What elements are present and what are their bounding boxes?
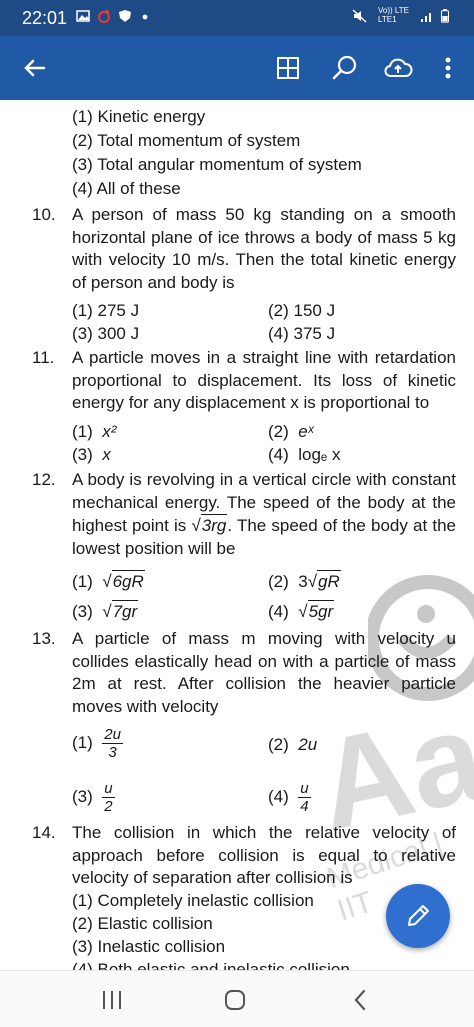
app-notification-icon	[98, 9, 110, 23]
q11-option-3-value: x	[102, 445, 111, 464]
q12-option-2-label: (2)	[268, 572, 289, 591]
q11-number: 11.	[32, 348, 55, 367]
q13-option-3-numerator: u	[102, 780, 115, 798]
q13-option-1-label: (1)	[72, 732, 93, 752]
status-bar: 22:01 Vo)) LTE LTE1	[0, 0, 474, 36]
q11-option-1-value: x²	[102, 422, 117, 441]
q12-option-4-label: (4)	[268, 602, 289, 621]
home-icon[interactable]	[222, 987, 248, 1013]
q10-option-1: (1) 275 J	[72, 301, 140, 320]
grid-icon[interactable]	[272, 52, 304, 84]
network-label: Vo)) LTE LTE1	[378, 6, 409, 24]
q11-text: A particle moves in a straight line with…	[72, 348, 456, 412]
edit-fab-button[interactable]	[386, 884, 450, 948]
q13-option-4-numerator: u	[298, 780, 311, 798]
q13-option-2-label: (2)	[268, 735, 289, 754]
q13-option-1-denominator: 3	[108, 744, 117, 761]
q11-option-1: (1) x²	[72, 421, 116, 443]
q10-text: A person of mass 50 kg standing on a smo…	[72, 205, 456, 292]
q13-text: A particle of mass m moving with velocit…	[72, 629, 456, 716]
battery-icon	[440, 9, 450, 23]
signal-icon	[421, 13, 431, 22]
gallery-icon	[76, 10, 90, 22]
q14-option-3: (3) Inelastic collision	[72, 937, 226, 956]
q12-option-3: (3) √7gr	[72, 600, 139, 621]
q11-option-1-label: (1)	[72, 422, 93, 441]
q12-option-3-label: (3)	[72, 602, 93, 621]
q13-option-4-denominator: 4	[300, 798, 309, 815]
q9-option-3: (3) Total angular momentum of system	[72, 155, 362, 174]
q13-option-3: (3) u 2	[72, 780, 115, 815]
back-nav-icon[interactable]	[350, 987, 370, 1013]
more-vert-icon[interactable]	[432, 52, 464, 84]
q12-option-1-value: 6gR	[111, 570, 145, 591]
pencil-icon	[408, 905, 429, 926]
q11-option-2-value: eˣ	[298, 422, 314, 441]
q12-option-2-value: gR	[317, 570, 341, 591]
q13-option-4-label: (4)	[268, 786, 289, 806]
q11-option-3-label: (3)	[72, 445, 93, 464]
q12-option-2: (2) 3√gR	[268, 570, 341, 591]
q11-option-4-label: (4)	[268, 445, 289, 464]
q9-option-4: (4) All of these	[72, 179, 181, 198]
q10-option-2: (2) 150 J	[268, 301, 336, 320]
q12-option-1-label: (1)	[72, 572, 93, 591]
q10-number: 10.	[32, 205, 56, 224]
mute-icon	[352, 9, 367, 23]
q13-option-2: (2) 2u	[268, 734, 317, 756]
q11-option-2: (2) eˣ	[268, 421, 313, 443]
search-icon[interactable]	[328, 52, 360, 84]
q11-option-4-value: logₑ x	[298, 445, 341, 464]
document-view[interactable]: Aak Medical | IIT (1) Kinetic energy (2)…	[0, 100, 474, 970]
q12-option-4: (4) √5gr	[268, 600, 335, 621]
q13-option-2-value: 2u	[298, 735, 318, 754]
q10-option-4: (4) 375 J	[268, 324, 336, 343]
status-time: 22:01	[22, 8, 68, 28]
q13-option-3-denominator: 2	[104, 798, 113, 815]
q14-text: The collision in which the relative velo…	[72, 823, 456, 887]
q11-option-2-label: (2)	[268, 422, 289, 441]
q13-option-1-fraction: 2u 3	[102, 726, 123, 761]
q13-option-4: (4) u 4	[268, 780, 311, 815]
app-bar	[0, 36, 474, 100]
q14-number: 14.	[32, 823, 56, 842]
back-arrow-icon[interactable]	[18, 52, 50, 84]
recent-apps-icon[interactable]	[100, 989, 124, 1011]
q14-option-4: (4) Both elastic and inelastic collision	[72, 960, 350, 970]
q13-option-3-fraction: u 2	[102, 780, 115, 815]
q12-option-3-value: 7gr	[111, 600, 139, 621]
q13-option-1: (1) 2u 3	[72, 726, 123, 761]
q14-option-2: (2) Elastic collision	[72, 914, 213, 933]
q13-option-3-label: (3)	[72, 786, 93, 806]
system-nav-bar	[0, 970, 474, 1027]
shield-icon	[119, 10, 131, 22]
q12-text: A body is revolving in a vertical circle…	[72, 470, 457, 558]
q12-option-4-value: 5gr	[307, 600, 335, 621]
q11-option-4: (4) logₑ x	[268, 444, 340, 466]
q13-option-4-fraction: u 4	[298, 780, 311, 815]
q12-option-2-coef: 3	[298, 572, 308, 591]
q12-text-radical: 3rg	[200, 514, 228, 538]
q13-option-1-numerator: 2u	[102, 726, 123, 744]
q9-option-2: (2) Total momentum of system	[72, 131, 301, 150]
q14-option-1: (1) Completely inelastic collision	[72, 891, 314, 910]
q12-option-1: (1) √6gR	[72, 570, 145, 591]
q13-number: 13.	[32, 629, 56, 648]
dot-icon	[142, 14, 148, 20]
q10-option-3: (3) 300 J	[72, 324, 140, 343]
q11-option-3: (3) x	[72, 444, 111, 466]
q12-number: 12.	[32, 470, 56, 489]
q9-option-1: (1) Kinetic energy	[72, 107, 206, 126]
cloud-upload-icon[interactable]	[382, 52, 414, 84]
